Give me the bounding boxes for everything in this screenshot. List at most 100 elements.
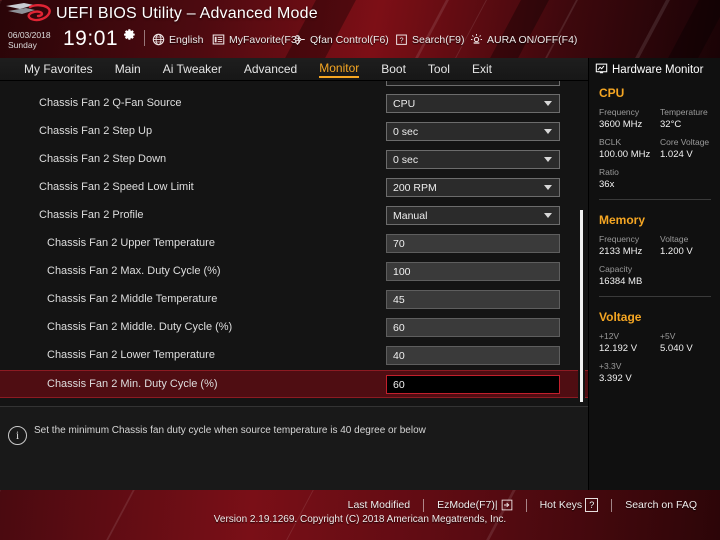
dropdown-select[interactable]: 0 sec xyxy=(386,150,560,169)
hw-metric-label: +12V xyxy=(599,331,620,341)
info-icon: i xyxy=(8,426,27,445)
value-input-text: 40 xyxy=(393,349,405,362)
setting-row[interactable]: Chassis Fan 2 Max. Duty Cycle (%) 100 xyxy=(0,258,588,286)
setting-control[interactable]: Manual xyxy=(386,206,560,225)
monitor-icon xyxy=(595,62,608,78)
header-item-english[interactable]: English xyxy=(152,33,203,46)
setting-row[interactable]: Chassis Fan 2 Upper Temperature 70 xyxy=(0,230,588,258)
header-item-myfavorite[interactable]: MyFavorite(F3) xyxy=(212,33,300,46)
tab-tool[interactable]: Tool xyxy=(428,62,450,77)
tab-boot[interactable]: Boot xyxy=(381,62,406,77)
hw-metric-value: 16384 MB xyxy=(599,276,643,287)
setting-control[interactable]: 0 sec xyxy=(386,150,560,169)
nav-tabs: My Favorites Main Ai Tweaker Advanced Monito… xyxy=(24,58,492,81)
value-input[interactable]: 45 xyxy=(386,290,560,309)
hw-metric-value: 32°C xyxy=(660,119,682,130)
hw-metric-value: 100.00 MHz xyxy=(599,149,651,160)
setting-control[interactable]: 200 RPM xyxy=(386,178,560,197)
date-display: 06/03/2018 Sunday xyxy=(8,30,51,50)
chevron-down-icon xyxy=(544,101,552,106)
setting-control[interactable]: 45 xyxy=(386,290,560,309)
header-item-label: Search(F9) xyxy=(412,33,465,46)
setting-label: Chassis Fan 2 Upper Temperature xyxy=(47,237,215,249)
header-item-qfan-control[interactable]: Qfan Control(F6) xyxy=(293,33,389,46)
footer-link-label: Hot Keys xyxy=(539,499,583,511)
dropdown-select[interactable]: Manual xyxy=(386,206,560,225)
help-bar: i Set the minimum Chassis fan duty cycle… xyxy=(0,406,588,490)
clock-display: 19:01 xyxy=(63,27,119,50)
hw-metric-label: Core Voltage xyxy=(660,137,710,147)
footer-link-hot-keys[interactable]: Hot Keys? xyxy=(527,498,612,512)
setting-control[interactable]: 0 sec xyxy=(386,122,560,141)
header-item-aura[interactable]: AURA ON/OFF(F4) xyxy=(470,33,577,46)
value-input[interactable]: 100 xyxy=(386,262,560,281)
dropdown-select[interactable]: 0 sec xyxy=(386,122,560,141)
header-item-label: MyFavorite(F3) xyxy=(229,33,301,46)
tab-exit[interactable]: Exit xyxy=(472,62,492,77)
value-input[interactable]: 70 xyxy=(386,234,560,253)
hw-section-title: CPU xyxy=(599,86,625,100)
setting-label: Chassis Fan 2 Middle Temperature xyxy=(47,293,218,305)
setting-control[interactable]: 60 xyxy=(386,318,560,337)
tab-my-favorites[interactable]: My Favorites xyxy=(24,62,93,77)
setting-control[interactable]: 100 xyxy=(386,262,560,281)
header-item-search[interactable]: ? Search(F9) xyxy=(395,33,465,46)
fan-icon xyxy=(293,33,306,46)
footer-link-last-modified[interactable]: Last Modified xyxy=(335,499,423,511)
setting-row[interactable]: Chassis Fan 2 Min. Duty Cycle (%) 60 xyxy=(0,370,588,398)
hw-metric-value: 36x xyxy=(599,179,615,190)
setting-label: Chassis Fan 2 Step Down xyxy=(39,153,167,165)
hardware-monitor-label: Hardware Monitor xyxy=(612,64,704,76)
footer-key-badge: ? xyxy=(585,498,599,512)
hardware-monitor-title: Hardware Monitor xyxy=(595,62,703,78)
footer-links: Last Modified EzMode(F7)| Hot Keys? Search … xyxy=(335,498,710,512)
setting-row[interactable]: Chassis Fan 2 Profile Manual xyxy=(0,202,588,230)
setting-row[interactable]: Chassis Fan 2 Q-Fan Source CPU xyxy=(0,90,588,118)
setting-row[interactable]: Chassis Fan 2 Lower Temperature 40 xyxy=(0,342,588,370)
header-item-label: Qfan Control(F6) xyxy=(310,33,389,46)
setting-control[interactable]: CPU xyxy=(386,94,560,113)
value-input[interactable]: 60 xyxy=(386,318,560,337)
settings-list: Chassis Fan 2 Q-Fan Source CPU Chassis Fan… xyxy=(0,81,588,406)
value-input[interactable]: 40 xyxy=(386,346,560,365)
header-item-label: English xyxy=(169,33,204,46)
scrollbar-thumb[interactable] xyxy=(580,210,583,402)
arrow-icon xyxy=(501,499,512,511)
header-bar: UEFI BIOS Utility – Advanced Mode 06/03/… xyxy=(0,0,720,58)
tab-ai-tweaker[interactable]: Ai Tweaker xyxy=(163,62,222,77)
setting-row[interactable]: Chassis Fan 2 Step Down 0 sec xyxy=(0,146,588,174)
setting-label: Chassis Fan 2 Min. Duty Cycle (%) xyxy=(47,378,218,390)
hw-metric-label: Temperature xyxy=(660,107,708,117)
setting-label: Chassis Fan 2 Speed Low Limit xyxy=(39,181,194,193)
setting-control[interactable]: 60 xyxy=(386,375,560,394)
tab-monitor[interactable]: Monitor xyxy=(319,61,360,78)
setting-row[interactable]: Chassis Fan 2 Step Up 0 sec xyxy=(0,118,588,146)
dropdown-select[interactable]: CPU xyxy=(386,94,560,113)
help-text: Set the minimum Chassis fan duty cycle w… xyxy=(34,425,426,436)
footer-link-ezmode-f7[interactable]: EzMode(F7)| xyxy=(424,499,526,511)
chevron-down-icon xyxy=(544,129,552,134)
hw-metric-label: Ratio xyxy=(599,167,619,177)
value-input-text: 70 xyxy=(393,237,405,250)
date-value: 06/03/2018 xyxy=(8,30,51,40)
hw-metric-label: +5V xyxy=(660,331,676,341)
dropdown-value: 0 sec xyxy=(393,153,419,166)
question-box-icon: ? xyxy=(395,33,408,46)
page-title: UEFI BIOS Utility – Advanced Mode xyxy=(56,5,318,22)
gear-icon[interactable] xyxy=(123,28,136,41)
weekday-value: Sunday xyxy=(8,40,37,50)
hw-metric-label: +3.3V xyxy=(599,361,622,371)
setting-row[interactable]: Chassis Fan 2 Speed Low Limit 200 RPM xyxy=(0,174,588,202)
tab-advanced[interactable]: Advanced xyxy=(244,62,297,77)
hw-section-title: Voltage xyxy=(599,310,642,324)
value-input[interactable]: 60 xyxy=(386,375,560,394)
footer-link-search-on-faq[interactable]: Search on FAQ xyxy=(612,499,710,511)
footer-link-label: EzMode(F7)| xyxy=(437,499,498,511)
tab-main[interactable]: Main xyxy=(115,62,141,77)
setting-row[interactable]: Chassis Fan 2 Middle Temperature 45 xyxy=(0,286,588,314)
value-input-text: 60 xyxy=(393,321,405,334)
setting-row[interactable]: Chassis Fan 2 Middle. Duty Cycle (%) 60 xyxy=(0,314,588,342)
dropdown-select[interactable]: 200 RPM xyxy=(386,178,560,197)
setting-control[interactable]: 70 xyxy=(386,234,560,253)
setting-control[interactable]: 40 xyxy=(386,346,560,365)
